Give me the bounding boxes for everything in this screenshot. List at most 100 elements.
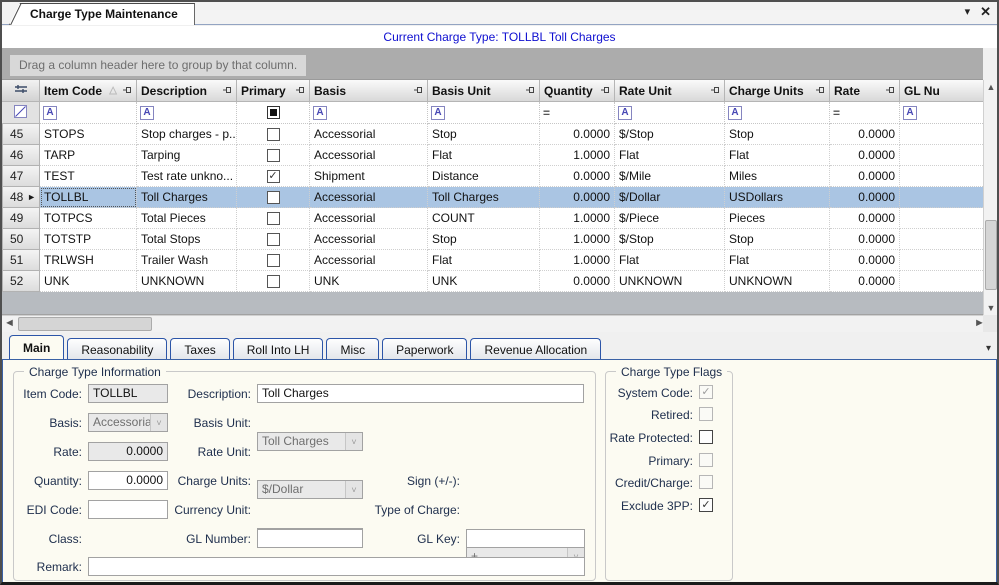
cell-rate_unit[interactable]: $/Stop bbox=[615, 229, 725, 250]
cell-gl_number[interactable] bbox=[900, 250, 987, 271]
equals-filter-icon[interactable]: = bbox=[833, 106, 840, 120]
row-header[interactable]: 52 bbox=[2, 271, 40, 292]
filter-cell-description[interactable]: A bbox=[137, 102, 237, 124]
cell-rate_unit[interactable]: Flat bbox=[615, 250, 725, 271]
filter-cell-rate_unit[interactable]: A bbox=[615, 102, 725, 124]
cell-quantity[interactable]: 0.0000 bbox=[540, 166, 615, 187]
cell-description[interactable]: Toll Charges bbox=[137, 187, 237, 208]
cell-quantity[interactable]: 1.0000 bbox=[540, 229, 615, 250]
pin-icon[interactable] bbox=[600, 84, 610, 98]
table-row[interactable]: 45STOPSStop charges - p...AccessorialSto… bbox=[2, 124, 987, 145]
cell-item_code[interactable]: TARP bbox=[40, 145, 137, 166]
cell-gl_number[interactable] bbox=[900, 166, 987, 187]
cell-item_code[interactable]: TRLWSH bbox=[40, 250, 137, 271]
cell-rate_unit[interactable]: $/Dollar bbox=[615, 187, 725, 208]
cell-basis[interactable]: Accessorial bbox=[310, 229, 428, 250]
column-header-charge_units[interactable]: Charge Units bbox=[725, 80, 830, 102]
cell-basis[interactable]: UNK bbox=[310, 271, 428, 292]
cell-item_code[interactable]: TOTSTP bbox=[40, 229, 137, 250]
equals-filter-icon[interactable]: = bbox=[543, 106, 550, 120]
cell-basis_unit[interactable]: COUNT bbox=[428, 208, 540, 229]
row-header[interactable]: 48► bbox=[2, 187, 40, 208]
text-filter-icon[interactable]: A bbox=[903, 106, 917, 120]
cell-gl_number[interactable] bbox=[900, 229, 987, 250]
cell-charge_units[interactable]: Flat bbox=[725, 250, 830, 271]
text-filter-icon[interactable]: A bbox=[313, 106, 327, 120]
cell-item_code[interactable]: TOTPCS bbox=[40, 208, 137, 229]
table-row[interactable]: 50TOTSTPTotal StopsAccessorialStop1.0000… bbox=[2, 229, 987, 250]
tab-roll-into-lh[interactable]: Roll Into LH bbox=[233, 338, 324, 359]
cell-basis[interactable]: Shipment bbox=[310, 166, 428, 187]
cell-gl_number[interactable] bbox=[900, 124, 987, 145]
cell-basis[interactable]: Accessorial bbox=[310, 250, 428, 271]
scroll-left-icon[interactable]: ◄ bbox=[2, 316, 17, 332]
tab-paperwork[interactable]: Paperwork bbox=[382, 338, 467, 359]
row-header[interactable]: 46 bbox=[2, 145, 40, 166]
column-header-description[interactable]: Description bbox=[137, 80, 237, 102]
table-row[interactable]: 48►TOLLBLToll ChargesAccessorialToll Cha… bbox=[2, 187, 987, 208]
pin-icon[interactable] bbox=[295, 84, 305, 98]
primary-checkbox-cell[interactable]: ✓ bbox=[237, 166, 310, 187]
text-filter-icon[interactable]: A bbox=[140, 106, 154, 120]
row-header[interactable]: 47 bbox=[2, 166, 40, 187]
cell-rate_unit[interactable]: Flat bbox=[615, 145, 725, 166]
text-filter-icon[interactable]: A bbox=[431, 106, 445, 120]
cell-rate[interactable]: 0.0000 bbox=[830, 145, 900, 166]
tab-overflow-dropdown-icon[interactable]: ▾ bbox=[986, 343, 991, 354]
tab-main[interactable]: Main bbox=[9, 335, 64, 359]
table-row[interactable]: 52UNKUNKNOWNUNKUNK0.0000UNKNOWNUNKNOWN0.… bbox=[2, 271, 987, 292]
cell-rate[interactable]: 0.0000 bbox=[830, 124, 900, 145]
primary-checkbox[interactable] bbox=[267, 191, 280, 204]
cell-charge_units[interactable]: UNKNOWN bbox=[725, 271, 830, 292]
close-icon[interactable]: ✕ bbox=[980, 5, 991, 19]
cell-quantity[interactable]: 0.0000 bbox=[540, 271, 615, 292]
primary-checkbox-cell[interactable] bbox=[237, 124, 310, 145]
filter-cell-charge_units[interactable]: A bbox=[725, 102, 830, 124]
clear-filter-button[interactable] bbox=[2, 102, 40, 124]
tab-reasonability[interactable]: Reasonability bbox=[67, 338, 167, 359]
cell-rate[interactable]: 0.0000 bbox=[830, 271, 900, 292]
cell-rate_unit[interactable]: UNKNOWN bbox=[615, 271, 725, 292]
column-header-basis_unit[interactable]: Basis Unit bbox=[428, 80, 540, 102]
cell-basis_unit[interactable]: Distance bbox=[428, 166, 540, 187]
table-row[interactable]: 51TRLWSHTrailer WashAccessorialFlat1.000… bbox=[2, 250, 987, 271]
cell-charge_units[interactable]: Stop bbox=[725, 229, 830, 250]
filter-cell-quantity[interactable]: = bbox=[540, 102, 615, 124]
table-row[interactable]: 47TESTTest rate unkno...✓ShipmentDistanc… bbox=[2, 166, 987, 187]
cell-description[interactable]: Trailer Wash bbox=[137, 250, 237, 271]
checkbox-filter-icon[interactable] bbox=[267, 106, 280, 119]
cell-gl_number[interactable] bbox=[900, 145, 987, 166]
cell-basis_unit[interactable]: UNK bbox=[428, 271, 540, 292]
table-row[interactable]: 49TOTPCSTotal PiecesAccessorialCOUNT1.00… bbox=[2, 208, 987, 229]
text-filter-icon[interactable]: A bbox=[618, 106, 632, 120]
column-header-gl_number[interactable]: GL Nu bbox=[900, 80, 987, 102]
cell-quantity[interactable]: 1.0000 bbox=[540, 208, 615, 229]
tab-revenue-allocation[interactable]: Revenue Allocation bbox=[470, 338, 601, 359]
cell-charge_units[interactable]: USDollars bbox=[725, 187, 830, 208]
primary-checkbox[interactable] bbox=[267, 212, 280, 225]
scroll-up-icon[interactable]: ▲ bbox=[984, 80, 998, 94]
filter-cell-basis[interactable]: A bbox=[310, 102, 428, 124]
exclude_3pp-checkbox[interactable]: ✓ bbox=[699, 498, 713, 512]
cell-rate[interactable]: 0.0000 bbox=[830, 229, 900, 250]
primary-checkbox-cell[interactable] bbox=[237, 250, 310, 271]
cell-basis_unit[interactable]: Flat bbox=[428, 145, 540, 166]
column-header-item_code[interactable]: Item Code△ bbox=[40, 80, 137, 102]
cell-quantity[interactable]: 1.0000 bbox=[540, 145, 615, 166]
cell-basis[interactable]: Accessorial bbox=[310, 124, 428, 145]
primary-checkbox-cell[interactable] bbox=[237, 208, 310, 229]
scroll-down-icon[interactable]: ▼ bbox=[984, 301, 998, 315]
cell-quantity[interactable]: 1.0000 bbox=[540, 250, 615, 271]
cell-basis_unit[interactable]: Toll Charges bbox=[428, 187, 540, 208]
vertical-scrollbar[interactable]: ▲ ▼ bbox=[983, 80, 997, 315]
filter-cell-rate[interactable]: = bbox=[830, 102, 900, 124]
customize-columns-button[interactable] bbox=[2, 80, 40, 102]
text-filter-icon[interactable]: A bbox=[728, 106, 742, 120]
cell-description[interactable]: Test rate unkno... bbox=[137, 166, 237, 187]
pin-icon[interactable] bbox=[525, 84, 535, 98]
cell-quantity[interactable]: 0.0000 bbox=[540, 187, 615, 208]
cell-charge_units[interactable]: Flat bbox=[725, 145, 830, 166]
cell-item_code[interactable]: TEST bbox=[40, 166, 137, 187]
column-header-primary[interactable]: Primary bbox=[237, 80, 310, 102]
column-header-quantity[interactable]: Quantity bbox=[540, 80, 615, 102]
